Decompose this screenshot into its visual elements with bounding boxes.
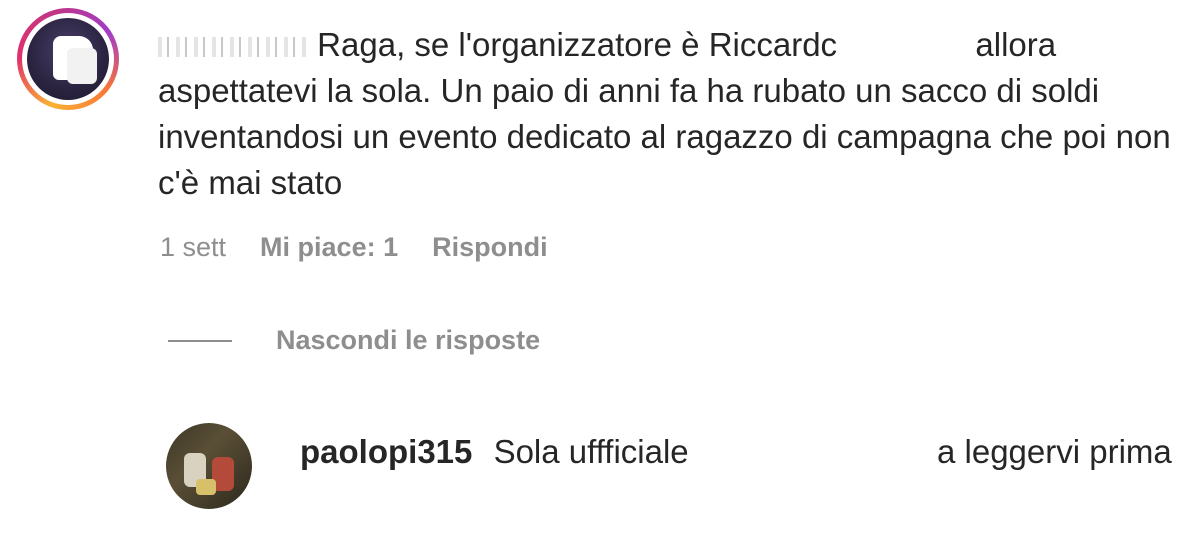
comment-meta: 1 sett Mi piace: 1 Rispondi — [160, 232, 548, 263]
comment-thread: Raga, se l'organizzatore è Riccardc allo… — [0, 0, 1200, 541]
reply-button[interactable]: Rispondi — [432, 232, 548, 263]
reply-username[interactable]: paolopi315 — [300, 433, 472, 470]
commenter-username-redacted[interactable] — [158, 37, 308, 58]
reply-text-start: Sola uffficiale — [493, 433, 689, 470]
comment-text-start: Raga, se l'organizzatore è Riccardc — [317, 26, 838, 63]
comment-text-rest: aspettatevi la sola. Un paio di anni fa … — [158, 72, 1171, 201]
hide-replies-button[interactable]: Nascondi le risposte — [168, 325, 540, 356]
redacted-text — [697, 445, 928, 464]
reply-body: paolopi315 Sola uffficiale a leggervi pr… — [300, 428, 1180, 476]
divider-line — [168, 339, 232, 342]
commenter-avatar[interactable] — [17, 8, 119, 110]
comment-timestamp[interactable]: 1 sett — [160, 232, 226, 263]
reply-avatar[interactable] — [166, 423, 252, 509]
comment-body: Raga, se l'organizzatore è Riccardc allo… — [158, 22, 1178, 206]
redacted-name — [846, 38, 967, 57]
commenter-avatar-image — [27, 18, 109, 100]
hide-replies-label: Nascondi le risposte — [276, 325, 541, 355]
comment-text-allora: allora — [975, 26, 1057, 63]
reply-text-end: a leggervi prima — [937, 433, 1172, 470]
comment-likes-count[interactable]: Mi piace: 1 — [260, 232, 398, 263]
